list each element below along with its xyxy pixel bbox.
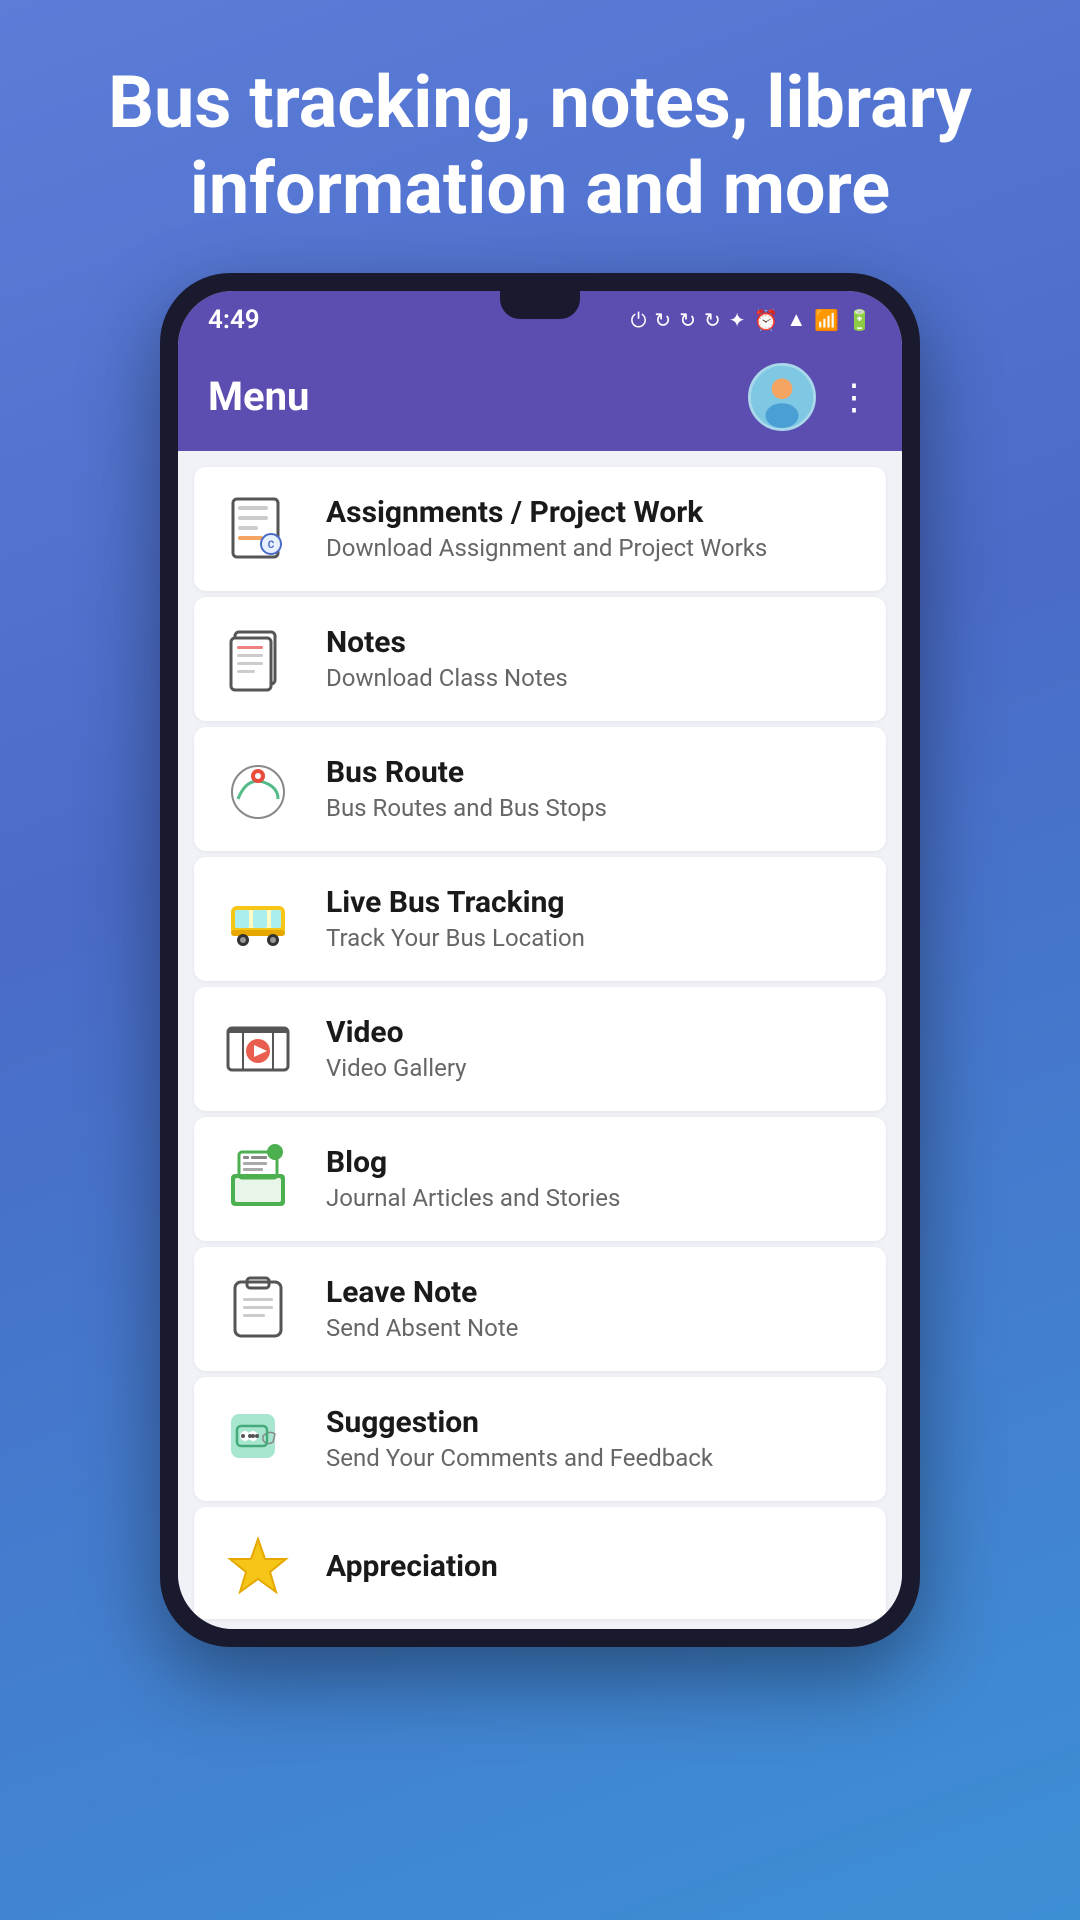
battery-icon: ⏻ bbox=[631, 308, 647, 332]
assignment-title: Assignments / Project Work bbox=[326, 495, 767, 530]
menu-item-appreciation[interactable]: Appreciation bbox=[194, 1507, 886, 1619]
slack-icon: ✦ bbox=[729, 308, 746, 332]
signal-icon: 📶 bbox=[814, 308, 839, 332]
leavenote-subtitle: Send Absent Note bbox=[326, 1314, 518, 1342]
bustracking-subtitle: Track Your Bus Location bbox=[326, 924, 585, 952]
battery-level-icon: 🔋 bbox=[847, 308, 872, 332]
video-icon bbox=[218, 1009, 298, 1089]
busroute-text: Bus Route Bus Routes and Bus Stops bbox=[326, 755, 607, 822]
menu-item-assignments[interactable]: C Assignments / Project Work Download As… bbox=[194, 467, 886, 591]
bustracking-icon bbox=[218, 879, 298, 959]
sync-icon-2: ↻ bbox=[679, 308, 696, 332]
video-text: Video Video Gallery bbox=[326, 1015, 467, 1082]
appreciation-icon bbox=[218, 1529, 298, 1609]
menu-item-video[interactable]: Video Video Gallery bbox=[194, 987, 886, 1111]
suggestion-subtitle: Send Your Comments and Feedback bbox=[326, 1444, 713, 1472]
menu-item-blog[interactable]: Blog Journal Articles and Stories bbox=[194, 1117, 886, 1241]
user-avatar[interactable] bbox=[748, 363, 816, 431]
leavenote-text: Leave Note Send Absent Note bbox=[326, 1275, 518, 1342]
blog-text: Blog Journal Articles and Stories bbox=[326, 1145, 620, 1212]
menu-item-notes[interactable]: Notes Download Class Notes bbox=[194, 597, 886, 721]
suggestion-text: Suggestion Send Your Comments and Feedba… bbox=[326, 1405, 713, 1472]
alarm-icon: ⏰ bbox=[753, 308, 778, 332]
leavenote-icon bbox=[218, 1269, 298, 1349]
menu-list: C Assignments / Project Work Download As… bbox=[178, 451, 902, 1629]
menu-item-suggestion[interactable]: Suggestion Send Your Comments and Feedba… bbox=[194, 1377, 886, 1501]
menu-item-busroute[interactable]: Bus Route Bus Routes and Bus Stops bbox=[194, 727, 886, 851]
bustracking-title: Live Bus Tracking bbox=[326, 885, 585, 920]
app-bar: Menu ⋮ bbox=[178, 343, 902, 451]
busroute-subtitle: Bus Routes and Bus Stops bbox=[326, 794, 607, 822]
blog-subtitle: Journal Articles and Stories bbox=[326, 1184, 620, 1212]
blog-icon bbox=[218, 1139, 298, 1219]
assignment-subtitle: Download Assignment and Project Works bbox=[326, 534, 767, 562]
blog-title: Blog bbox=[326, 1145, 620, 1180]
suggestion-title: Suggestion bbox=[326, 1405, 713, 1440]
notes-text: Notes Download Class Notes bbox=[326, 625, 568, 692]
status-time: 4:49 bbox=[208, 305, 260, 335]
status-icons: ⏻ ↻ ↻ ↻ ✦ ⏰ ▲ 📶 🔋 bbox=[631, 307, 872, 332]
phone-wrapper: 4:49 ⏻ ↻ ↻ ↻ ✦ ⏰ ▲ 📶 🔋 Menu bbox=[160, 273, 920, 1647]
more-options-icon[interactable]: ⋮ bbox=[836, 376, 872, 418]
wifi-icon: ▲ bbox=[786, 307, 806, 332]
menu-item-leavenote[interactable]: Leave Note Send Absent Note bbox=[194, 1247, 886, 1371]
hero-section: Bus tracking, notes, library information… bbox=[0, 0, 1080, 273]
sync-icon-3: ↻ bbox=[704, 308, 721, 332]
bustracking-text: Live Bus Tracking Track Your Bus Locatio… bbox=[326, 885, 585, 952]
menu-item-bustracking[interactable]: Live Bus Tracking Track Your Bus Locatio… bbox=[194, 857, 886, 981]
app-bar-title: Menu bbox=[208, 373, 309, 420]
busroute-icon bbox=[218, 749, 298, 829]
video-subtitle: Video Gallery bbox=[326, 1054, 467, 1082]
app-bar-actions: ⋮ bbox=[748, 363, 872, 431]
assignment-text: Assignments / Project Work Download Assi… bbox=[326, 495, 767, 562]
leavenote-title: Leave Note bbox=[326, 1275, 518, 1310]
notes-subtitle: Download Class Notes bbox=[326, 664, 568, 692]
busroute-title: Bus Route bbox=[326, 755, 607, 790]
sync-icon: ↻ bbox=[654, 308, 671, 332]
suggestion-icon bbox=[218, 1399, 298, 1479]
assignment-icon: C bbox=[218, 489, 298, 569]
notes-title: Notes bbox=[326, 625, 568, 660]
svg-text:C: C bbox=[268, 540, 275, 551]
notes-icon bbox=[218, 619, 298, 699]
appreciation-title: Appreciation bbox=[326, 1549, 498, 1584]
appreciation-text: Appreciation bbox=[326, 1549, 498, 1588]
video-title: Video bbox=[326, 1015, 467, 1050]
notch bbox=[500, 291, 580, 319]
